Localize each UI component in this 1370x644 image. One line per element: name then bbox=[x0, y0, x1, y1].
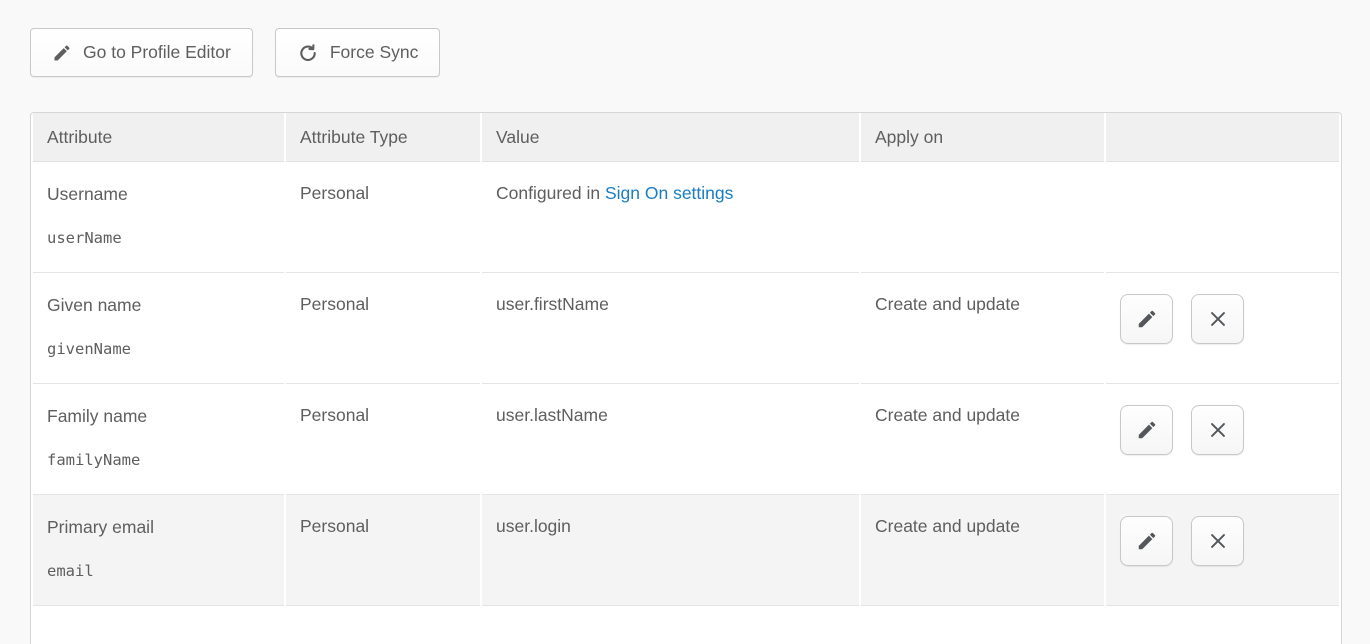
attribute-label: Family name bbox=[47, 405, 270, 427]
toolbar: Go to Profile Editor Force Sync bbox=[30, 28, 440, 77]
force-sync-button[interactable]: Force Sync bbox=[275, 28, 441, 77]
apply-on-text: Create and update bbox=[875, 294, 1020, 314]
refresh-icon bbox=[297, 42, 319, 64]
table-row: Given name givenName Personal user.first… bbox=[33, 273, 1339, 384]
attribute-label: Given name bbox=[47, 294, 270, 316]
apply-on-text: Create and update bbox=[875, 405, 1020, 425]
delete-attribute-button[interactable] bbox=[1191, 516, 1244, 566]
attribute-variable-name: givenName bbox=[47, 338, 270, 360]
close-icon bbox=[1207, 530, 1229, 552]
attribute-variable-name: familyName bbox=[47, 449, 270, 471]
attribute-type: Personal bbox=[300, 516, 369, 536]
force-sync-label: Force Sync bbox=[330, 42, 419, 63]
column-header-attribute-type: Attribute Type bbox=[286, 113, 480, 162]
attribute-variable-name: userName bbox=[47, 227, 270, 249]
edit-attribute-button[interactable] bbox=[1120, 405, 1173, 455]
edit-attribute-button[interactable] bbox=[1120, 294, 1173, 344]
pencil-icon bbox=[1136, 308, 1158, 330]
attribute-type: Personal bbox=[300, 405, 369, 425]
close-icon bbox=[1207, 419, 1229, 441]
attribute-label: Username bbox=[47, 183, 270, 205]
go-to-profile-editor-label: Go to Profile Editor bbox=[83, 42, 231, 63]
delete-attribute-button[interactable] bbox=[1191, 294, 1244, 344]
delete-attribute-button[interactable] bbox=[1191, 405, 1244, 455]
pencil-icon bbox=[52, 43, 72, 63]
attribute-type: Personal bbox=[300, 183, 369, 203]
column-header-apply-on: Apply on bbox=[861, 113, 1104, 162]
sign-on-settings-link[interactable]: Sign On settings bbox=[605, 183, 733, 203]
attribute-label: Primary email bbox=[47, 516, 270, 538]
edit-attribute-button[interactable] bbox=[1120, 516, 1173, 566]
attribute-variable-name: email bbox=[47, 560, 270, 582]
table-row: Username userName Personal Configured in… bbox=[33, 162, 1339, 273]
attribute-type: Personal bbox=[300, 294, 369, 314]
column-header-value: Value bbox=[482, 113, 859, 162]
column-header-actions bbox=[1106, 113, 1339, 162]
value-text: user.lastName bbox=[496, 405, 608, 425]
column-header-attribute: Attribute bbox=[33, 113, 284, 162]
close-icon bbox=[1207, 308, 1229, 330]
pencil-icon bbox=[1136, 419, 1158, 441]
attributes-table: Attribute Attribute Type Value Apply on … bbox=[30, 112, 1342, 644]
table-row: Primary email email Personal user.login … bbox=[33, 495, 1339, 606]
table-header-row: Attribute Attribute Type Value Apply on bbox=[33, 113, 1339, 162]
value-text: user.login bbox=[496, 516, 571, 536]
table-row: Family name familyName Personal user.las… bbox=[33, 384, 1339, 495]
value-text: user.firstName bbox=[496, 294, 609, 314]
pencil-icon bbox=[1136, 530, 1158, 552]
apply-on-text: Create and update bbox=[875, 516, 1020, 536]
value-text: Configured in bbox=[496, 183, 605, 203]
go-to-profile-editor-button[interactable]: Go to Profile Editor bbox=[30, 28, 253, 77]
